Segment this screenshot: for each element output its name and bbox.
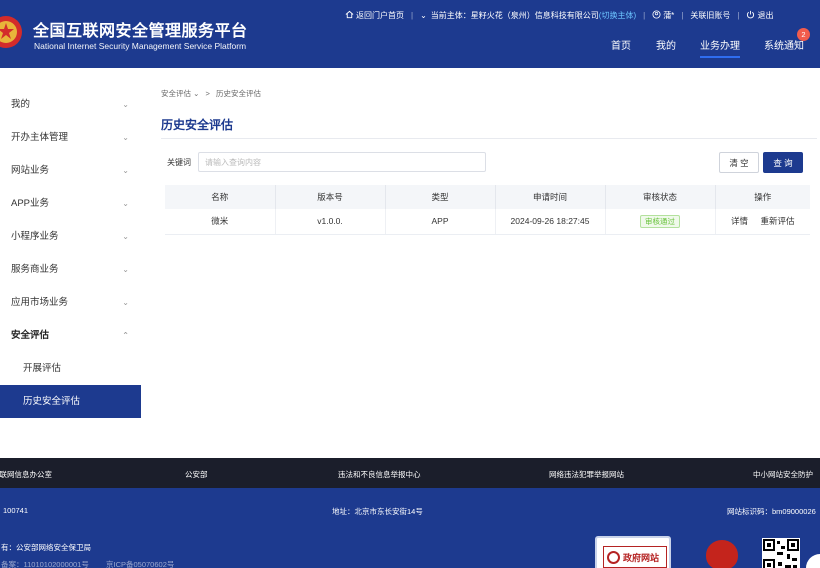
switch-entity-link[interactable]: (切换主体): [599, 10, 636, 21]
column-header-name: 名称: [165, 185, 276, 209]
link-old-account-link[interactable]: 关联旧账号: [690, 10, 730, 21]
column-header-apply-time: 申请时间: [495, 185, 606, 209]
cell-actions: 详情 重新评估: [715, 209, 810, 235]
chevron-down-icon: ⌄: [122, 265, 129, 274]
gov-seal-icon: [607, 550, 620, 564]
footer-links-bar: 互联网信息办公室 公安部 违法和不良信息举报中心 网络违法犯罪举报网站 中小网站…: [0, 458, 820, 488]
back-home-link[interactable]: 返回门户首页: [345, 10, 404, 21]
sidebar-item-start-assessment[interactable]: 开展评估: [0, 352, 141, 385]
sidebar-item-app-business[interactable]: APP业务 ⌄: [0, 187, 141, 220]
column-header-status: 审核状态: [605, 185, 716, 209]
nav-mine[interactable]: 我的: [656, 37, 676, 52]
history-table: 名称 版本号 类型 申请时间 审核状态 操作 微米 v1.0.0. APP 20…: [165, 185, 810, 235]
notification-badge: 2: [797, 28, 810, 41]
chevron-down-icon: ⌄: [122, 166, 129, 175]
sidebar-item-miniprogram-business[interactable]: 小程序业务 ⌄: [0, 220, 141, 253]
power-icon: [747, 10, 755, 18]
sidebar-item-history-assessment[interactable]: 历史安全评估: [0, 385, 141, 418]
chevron-down-icon: ⌄: [122, 298, 129, 307]
site-header: 全国互联网安全管理服务平台 National Internet Security…: [0, 0, 820, 68]
reassess-link[interactable]: 重新评估: [760, 216, 794, 226]
footer-link[interactable]: 中小网站安全防护: [753, 469, 813, 480]
clear-button[interactable]: 清 空: [719, 152, 759, 173]
home-icon: [345, 10, 354, 18]
breadcrumb-parent[interactable]: 安全评估: [161, 89, 191, 98]
user-menu[interactable]: 蒲*: [652, 9, 674, 21]
chevron-down-icon: ⌄: [193, 89, 200, 98]
divider: [161, 138, 817, 139]
current-entity-label: 当前主体：: [430, 10, 471, 20]
divider: |: [737, 10, 740, 20]
breadcrumb-separator: >: [205, 89, 210, 98]
sidebar-item-entity-management[interactable]: 开办主体管理 ⌄: [0, 121, 141, 154]
chevron-down-icon: ⌄: [122, 100, 129, 109]
column-header-actions: 操作: [715, 185, 810, 209]
national-emblem-icon: [0, 16, 22, 48]
cell-type: APP: [385, 209, 496, 235]
breadcrumb-current: 历史安全评估: [215, 89, 261, 98]
police-emblem-icon[interactable]: [706, 540, 738, 568]
gov-site-badge[interactable]: 政府网站: [595, 536, 671, 568]
footer-address: 地址：北京市东长安街14号: [332, 507, 423, 516]
footer-link[interactable]: 网络违法犯罪举报网站: [549, 469, 624, 480]
details-link[interactable]: 详情: [731, 216, 748, 226]
chevron-down-icon: ⌄: [122, 133, 129, 142]
sidebar-item-mine[interactable]: 我的 ⌄: [0, 88, 141, 121]
footer-icp-number[interactable]: 京ICP备05070602号: [106, 559, 174, 568]
footer-link[interactable]: 违法和不良信息举报中心: [338, 469, 421, 480]
user-icon: [652, 9, 661, 19]
chevron-down-icon: ⌄: [122, 199, 129, 208]
table-row: 微米 v1.0.0. APP 2024-09-26 18:27:45 审核通过 …: [165, 209, 810, 235]
sidebar-item-website-business[interactable]: 网站业务 ⌄: [0, 154, 141, 187]
breadcrumb: 安全评估 ⌄ > 历史安全评估: [161, 88, 261, 99]
keyword-label: 关键词: [167, 158, 191, 167]
qr-code-icon: [762, 538, 800, 568]
sidebar-item-provider-business[interactable]: 服务商业务 ⌄: [0, 253, 141, 286]
divider: |: [411, 10, 414, 20]
footer-postcode: 100741: [3, 506, 29, 515]
divider: |: [681, 10, 684, 20]
footer-site-id: 网站标识码：bm09000026: [727, 507, 816, 516]
footer-link[interactable]: 公安部: [185, 469, 208, 480]
table-header-row: 名称 版本号 类型 申请时间 审核状态 操作: [165, 185, 810, 209]
cell-status: 审核通过: [605, 209, 716, 235]
top-utility-bar: 返回门户首页 | ⌄ 当前主体： 星籽火花（泉州）信息科技有限公司 (切换主体)…: [345, 9, 773, 21]
sidebar: 我的 ⌄ 开办主体管理 ⌄ 网站业务 ⌄ APP业务 ⌄ 小程序业务 ⌄ 服务商业务 ⌄ 应…: [0, 88, 141, 418]
keyword-input[interactable]: [198, 152, 486, 172]
site-subtitle: National Internet Security Management Se…: [34, 41, 247, 51]
chevron-down-icon[interactable]: ⌄: [420, 11, 427, 20]
chevron-up-icon: ⌃: [122, 331, 129, 340]
sidebar-item-security-assessment[interactable]: 安全评估 ⌃: [0, 319, 141, 352]
cell-apply-time: 2024-09-26 18:27:45: [495, 209, 606, 235]
footer-sponsor: 有：公安部网络安全保卫局: [1, 543, 91, 552]
footer-info: 100741 地址：北京市东长安街14号 网站标识码：bm09000026 有：…: [0, 488, 820, 568]
status-badge: 审核通过: [640, 214, 680, 228]
sidebar-item-appstore-business[interactable]: 应用市场业务 ⌄: [0, 286, 141, 319]
gov-site-badge-inner: 政府网站: [603, 546, 667, 568]
current-entity-value: 星籽火花（泉州）信息科技有限公司: [470, 10, 599, 20]
site-title: 全国互联网安全管理服务平台: [33, 23, 248, 40]
divider: |: [643, 10, 646, 20]
nav-home[interactable]: 首页: [611, 37, 631, 52]
search-button[interactable]: 查 询: [763, 152, 803, 173]
column-header-type: 类型: [385, 185, 496, 209]
nav-business[interactable]: 业务办理: [700, 37, 740, 58]
logout-link[interactable]: 退出: [746, 10, 773, 21]
footer-record-number[interactable]: 备案：11010102000001号: [1, 559, 89, 568]
nav-notifications[interactable]: 系统通知: [764, 37, 804, 52]
cell-name: 微米: [165, 209, 276, 235]
cell-version: v1.0.0.: [275, 209, 386, 235]
footer-link[interactable]: 互联网信息办公室: [0, 469, 52, 480]
chevron-down-icon: ⌄: [122, 232, 129, 241]
page-title: 历史安全评估: [161, 118, 234, 132]
column-header-version: 版本号: [275, 185, 386, 209]
